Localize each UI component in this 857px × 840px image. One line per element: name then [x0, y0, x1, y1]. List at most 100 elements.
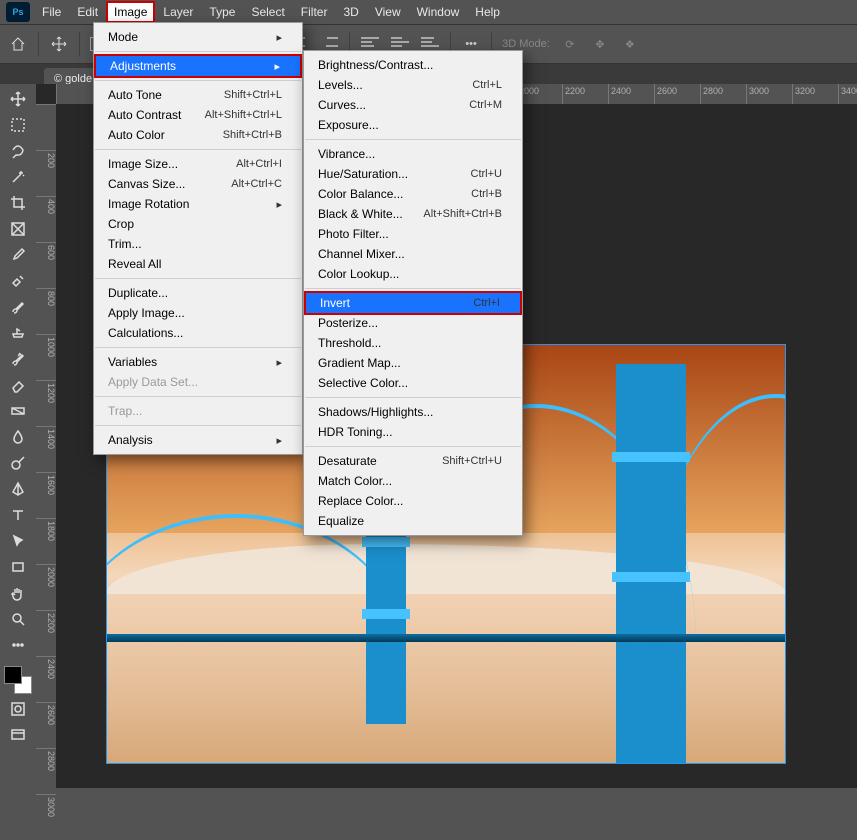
menu-item-label: Trim...: [108, 237, 142, 251]
adjust-menu-equalize[interactable]: Equalize: [304, 511, 522, 531]
image-menu-mode[interactable]: Mode: [94, 27, 302, 47]
image-menu-crop[interactable]: Crop: [94, 214, 302, 234]
image-menu-trap: Trap...: [94, 401, 302, 421]
menu-type[interactable]: Type: [201, 1, 243, 23]
image-menu-analysis[interactable]: Analysis: [94, 430, 302, 450]
3d-pan-icon[interactable]: ✥: [590, 34, 610, 54]
foreground-color[interactable]: [4, 666, 22, 684]
image-menu-auto-contrast[interactable]: Auto ContrastAlt+Shift+Ctrl+L: [94, 105, 302, 125]
image-menu-calculations[interactable]: Calculations...: [94, 323, 302, 343]
eraser-tool[interactable]: [5, 374, 31, 396]
adjust-menu-selective-color[interactable]: Selective Color...: [304, 373, 522, 393]
history-brush-tool[interactable]: [5, 348, 31, 370]
adjust-menu-channel-mixer[interactable]: Channel Mixer...: [304, 244, 522, 264]
menu-3d[interactable]: 3D: [335, 1, 366, 23]
adjust-menu-replace-color[interactable]: Replace Color...: [304, 491, 522, 511]
adjust-menu-brightness-contrast[interactable]: Brightness/Contrast...: [304, 55, 522, 75]
frame-tool[interactable]: [5, 218, 31, 240]
image-menu-adjustments[interactable]: Adjustments: [94, 54, 302, 78]
menu-item-label: Photo Filter...: [318, 227, 389, 241]
adjust-menu-gradient-map[interactable]: Gradient Map...: [304, 353, 522, 373]
clone-stamp-tool[interactable]: [5, 322, 31, 344]
adjust-menu-hue-saturation[interactable]: Hue/Saturation...Ctrl+U: [304, 164, 522, 184]
menu-item-shortcut: Shift+Ctrl+U: [442, 455, 502, 467]
pen-tool[interactable]: [5, 478, 31, 500]
menu-item-label: Auto Color: [108, 128, 165, 142]
image-menu-image-size[interactable]: Image Size...Alt+Ctrl+I: [94, 154, 302, 174]
menu-edit[interactable]: Edit: [69, 1, 106, 23]
menu-item-label: Duplicate...: [108, 286, 168, 300]
rectangle-tool[interactable]: [5, 556, 31, 578]
type-tool[interactable]: [5, 504, 31, 526]
menu-layer[interactable]: Layer: [155, 1, 201, 23]
dodge-tool[interactable]: [5, 452, 31, 474]
adjust-menu-black-white[interactable]: Black & White...Alt+Shift+Ctrl+B: [304, 204, 522, 224]
menu-file[interactable]: File: [34, 1, 69, 23]
image-menu-variables[interactable]: Variables: [94, 352, 302, 372]
screen-mode-icon[interactable]: [5, 724, 31, 746]
eyedropper-tool[interactable]: [5, 244, 31, 266]
menu-filter[interactable]: Filter: [293, 1, 336, 23]
menu-image[interactable]: Image: [106, 1, 155, 23]
menu-window[interactable]: Window: [409, 1, 468, 23]
image-menu-canvas-size[interactable]: Canvas Size... Alt+Ctrl+C: [94, 174, 302, 194]
marquee-tool[interactable]: [5, 114, 31, 136]
menu-help[interactable]: Help: [467, 1, 508, 23]
home-icon[interactable]: [8, 34, 28, 54]
adjust-menu-invert[interactable]: InvertCtrl+I: [304, 291, 522, 315]
image-menu-reveal-all[interactable]: Reveal All: [94, 254, 302, 274]
adjust-menu-exposure[interactable]: Exposure...: [304, 115, 522, 135]
adjust-menu-match-color[interactable]: Match Color...: [304, 471, 522, 491]
menu-select[interactable]: Select: [243, 1, 292, 23]
image-menu-trim[interactable]: Trim...: [94, 234, 302, 254]
menu-item-label: Replace Color...: [318, 494, 403, 508]
menu-item-label: Color Balance...: [318, 187, 403, 201]
menu-item-label: Reveal All: [108, 257, 161, 271]
menu-item-label: Exposure...: [318, 118, 379, 132]
menu-item-label: Channel Mixer...: [318, 247, 405, 261]
magic-wand-tool[interactable]: [5, 166, 31, 188]
image-menu-auto-color[interactable]: Auto ColorShift+Ctrl+B: [94, 125, 302, 145]
menu-item-label: Apply Data Set...: [108, 375, 198, 389]
edit-toolbar[interactable]: [5, 634, 31, 656]
menu-item-label: Trap...: [108, 404, 142, 418]
adjust-menu-levels[interactable]: Levels...Ctrl+L: [304, 75, 522, 95]
menu-item-label: Equalize: [318, 514, 364, 528]
image-menu-duplicate[interactable]: Duplicate...: [94, 283, 302, 303]
adjust-menu-hdr-toning[interactable]: HDR Toning...: [304, 422, 522, 442]
adjust-menu-color-balance[interactable]: Color Balance...Ctrl+B: [304, 184, 522, 204]
3d-slide-icon[interactable]: ❖: [620, 34, 640, 54]
lasso-tool[interactable]: [5, 140, 31, 162]
menu-item-label: Auto Tone: [108, 88, 162, 102]
hand-tool[interactable]: [5, 582, 31, 604]
blur-tool[interactable]: [5, 426, 31, 448]
menu-item-label: Apply Image...: [108, 306, 185, 320]
adjust-menu-color-lookup[interactable]: Color Lookup...: [304, 264, 522, 284]
brush-tool[interactable]: [5, 296, 31, 318]
menu-item-label: Image Size...: [108, 157, 178, 171]
adjust-menu-photo-filter[interactable]: Photo Filter...: [304, 224, 522, 244]
color-swatches[interactable]: [4, 666, 32, 694]
quick-mask-icon[interactable]: [5, 698, 31, 720]
move-tool-icon[interactable]: [49, 34, 69, 54]
menu-view[interactable]: View: [367, 1, 409, 23]
move-tool[interactable]: [5, 88, 31, 110]
image-menu-apply-image[interactable]: Apply Image...: [94, 303, 302, 323]
image-menu-image-rotation[interactable]: Image Rotation: [94, 194, 302, 214]
menu-item-label: Gradient Map...: [318, 356, 401, 370]
adjust-menu-posterize[interactable]: Posterize...: [304, 313, 522, 333]
adjust-menu-vibrance[interactable]: Vibrance...: [304, 144, 522, 164]
adjust-menu-shadows-highlights[interactable]: Shadows/Highlights...: [304, 402, 522, 422]
gradient-tool[interactable]: [5, 400, 31, 422]
3d-orbit-icon[interactable]: ⟳: [560, 34, 580, 54]
adjust-menu-desaturate[interactable]: DesaturateShift+Ctrl+U: [304, 451, 522, 471]
healing-brush-tool[interactable]: [5, 270, 31, 292]
adjust-menu-curves[interactable]: Curves...Ctrl+M: [304, 95, 522, 115]
adjust-menu-threshold[interactable]: Threshold...: [304, 333, 522, 353]
menu-item-label: Canvas Size...: [108, 177, 185, 191]
zoom-tool[interactable]: [5, 608, 31, 630]
path-select-tool[interactable]: [5, 530, 31, 552]
menu-item-shortcut: Alt+Ctrl+C: [231, 178, 282, 190]
crop-tool[interactable]: [5, 192, 31, 214]
image-menu-auto-tone[interactable]: Auto ToneShift+Ctrl+L: [94, 85, 302, 105]
